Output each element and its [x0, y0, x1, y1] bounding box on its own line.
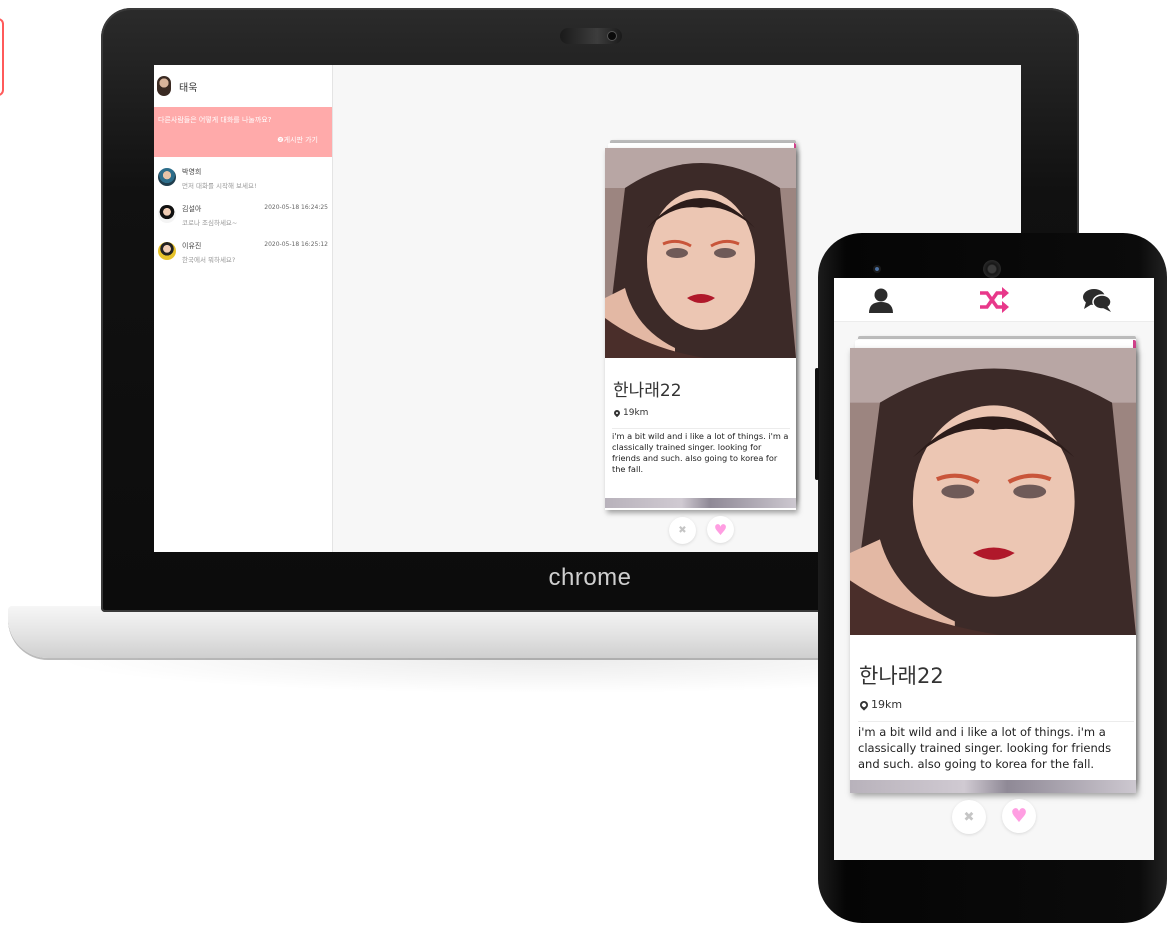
phone-device: 한나래22 19km i'm a bit wild and i like a l…: [815, 233, 1167, 923]
profile-bio: i'm a bit wild and i like a lot of thing…: [858, 721, 1134, 772]
location-pin-icon: [612, 408, 622, 418]
chat-name: 김설아: [182, 205, 202, 213]
profile-icon: [869, 288, 893, 313]
chat-list-item[interactable]: 박영희 먼저 대화를 시작해 보세요!: [154, 165, 332, 202]
phone-screen: 한나래22 19km i'm a bit wild and i like a l…: [834, 278, 1154, 860]
avatar: [158, 242, 176, 260]
user-name: 태욱: [179, 82, 198, 94]
chat-list: 박영희 먼저 대화를 시작해 보세요! 김설아 2020-05-18 16:24…: [154, 157, 332, 276]
avatar: [158, 168, 176, 186]
profile-card-stack: 한나래22 19km i'm a bit wild and i like a l…: [604, 140, 800, 512]
avatar: [157, 76, 171, 96]
distance-value: 19km: [871, 698, 903, 711]
chat-name: 박영희: [182, 168, 202, 176]
board-banner: 다른사람들은 어떻게 대화를 나눌까요? ❷게시판 가기: [154, 107, 332, 157]
current-user[interactable]: 태욱: [154, 65, 332, 107]
profile-photo: [850, 348, 1136, 635]
profile-card-stack: 한나래22 19km i'm a bit wild and i like a l…: [850, 336, 1140, 796]
profile-name: 한나래22: [859, 664, 944, 688]
laptop-camera: [560, 28, 622, 44]
like-button[interactable]: ♥: [707, 516, 734, 543]
profile-card[interactable]: 한나래22 19km i'm a bit wild and i like a l…: [605, 148, 796, 510]
board-link[interactable]: ❷게시판 가기: [158, 135, 328, 145]
banner-question: 다른사람들은 어떻게 대화를 나눌까요?: [158, 116, 272, 124]
shuffle-icon: [980, 287, 1009, 313]
phone-speaker: [983, 260, 1001, 278]
x-icon: ✖: [963, 809, 975, 825]
distance-value: 19km: [623, 408, 649, 418]
chat-message: 한국에서 뭐하세요?: [182, 256, 236, 264]
chat-icon: [1083, 289, 1112, 312]
profile-photo: [605, 148, 796, 358]
chat-time: 2020-05-18 16:25:12: [264, 241, 328, 248]
profile-photo-art: [605, 148, 796, 358]
phone-side-button: [815, 368, 819, 480]
chat-message: 코로나 조심하세요~: [182, 219, 238, 227]
nav-shuffle[interactable]: [976, 286, 1012, 314]
laptop-brand-logo: chrome: [548, 564, 632, 591]
profile-card[interactable]: 한나래22 19km i'm a bit wild and i like a l…: [850, 348, 1136, 793]
profile-name: 한나래22: [613, 381, 682, 401]
chat-name: 이유진: [182, 242, 202, 250]
nav-chat[interactable]: [1079, 286, 1115, 314]
profile-distance: 19km: [858, 698, 903, 711]
profile-photo-art: [850, 348, 1136, 635]
pass-button[interactable]: ✖: [669, 517, 696, 544]
chat-time: 2020-05-18 16:24:25: [264, 204, 328, 211]
x-icon: ✖: [678, 525, 687, 536]
chat-list-item[interactable]: 이유진 2020-05-18 16:25:12 한국에서 뭐하세요?: [154, 239, 332, 276]
chat-list-item[interactable]: 김설아 2020-05-18 16:24:25 코로나 조심하세요~: [154, 202, 332, 239]
heart-icon: ♥: [713, 520, 728, 539]
nav-profile[interactable]: [863, 286, 899, 314]
pass-button[interactable]: ✖: [952, 800, 986, 834]
chat-sidebar: 태욱 다른사람들은 어떻게 대화를 나눌까요? ❷게시판 가기 박영희 먼저 대…: [154, 65, 333, 552]
profile-distance: 19km: [612, 408, 649, 418]
heart-icon: ♥: [1010, 805, 1028, 827]
chat-message: 먼저 대화를 시작해 보세요!: [182, 182, 257, 190]
like-button[interactable]: ♥: [1002, 799, 1036, 833]
avatar: [158, 205, 176, 223]
card-strip: [605, 498, 796, 508]
profile-bio: i'm a bit wild and i like a lot of thing…: [612, 428, 790, 475]
location-pin-icon: [858, 698, 870, 711]
phone-camera: [873, 265, 881, 273]
bottom-nav: [834, 278, 1154, 322]
card-strip: [850, 780, 1136, 793]
